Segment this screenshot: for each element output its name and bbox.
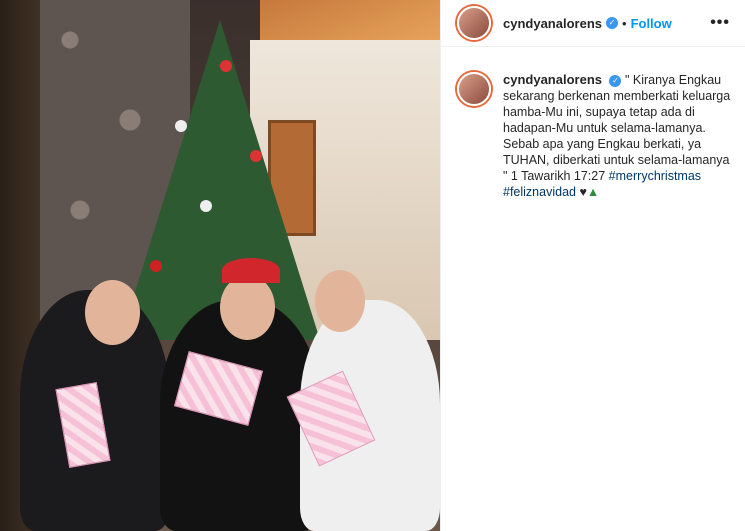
follow-button[interactable]: Follow (631, 16, 672, 31)
ornament (220, 60, 232, 72)
heart-emoji: ♥ (579, 185, 587, 199)
face-right (315, 270, 365, 332)
face-middle (220, 275, 275, 340)
post-photo[interactable] (0, 0, 440, 531)
verified-badge-icon: ✓ (606, 17, 618, 29)
ornament (200, 200, 212, 212)
verified-badge-icon: ✓ (609, 74, 622, 87)
caption-comment: cyndyanalorens ✓ " Kiranya Engkau sekara… (457, 72, 737, 200)
caption-avatar[interactable] (457, 72, 491, 106)
caption-body: cyndyanalorens ✓ " Kiranya Engkau sekara… (503, 72, 733, 200)
face-left (85, 280, 140, 345)
caption-text: " Kiranya Engkau sekarang berkenan membe… (503, 73, 731, 183)
post-header: cyndyanalorens ✓ • Follow ••• (441, 0, 745, 47)
ornament (175, 120, 187, 132)
hashtag-link[interactable]: #feliznavidad (503, 185, 576, 199)
christmas-tree-emoji: ▲ (586, 185, 600, 199)
username-link[interactable]: cyndyanalorens (503, 16, 602, 31)
santa-hat (222, 258, 280, 283)
hashtag-link[interactable]: #merrychristmas (609, 169, 701, 183)
separator-dot: • (622, 15, 627, 31)
caption-username-link[interactable]: cyndyanalorens (503, 72, 602, 87)
post-side-panel: cyndyanalorens ✓ • Follow ••• cyndyanalo… (440, 0, 745, 531)
ornament (250, 150, 262, 162)
ornament (150, 260, 162, 272)
more-options-icon[interactable]: ••• (710, 14, 730, 32)
avatar[interactable] (457, 6, 491, 40)
